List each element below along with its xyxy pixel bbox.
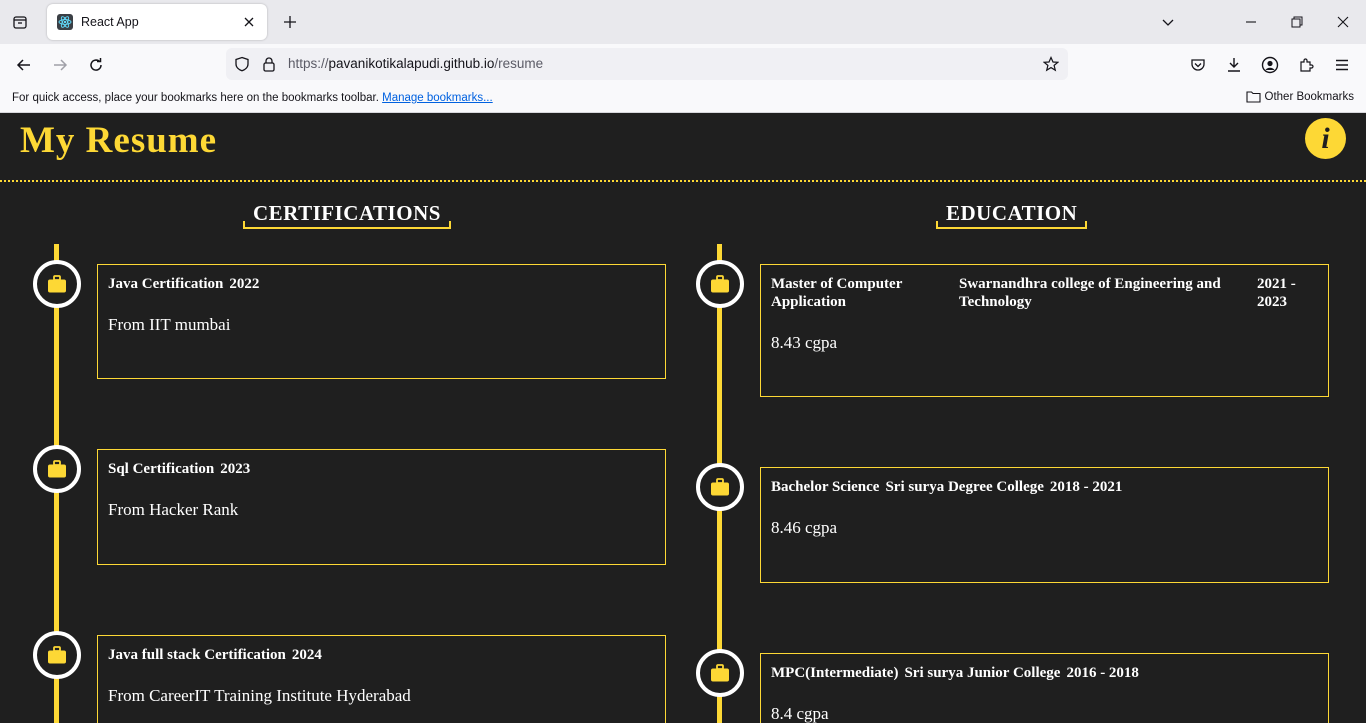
- forward-arrow-icon[interactable]: [49, 54, 71, 76]
- education-header: MPC(Intermediate) Sri surya Junior Colle…: [771, 664, 1318, 682]
- certification-source: From Hacker Rank: [108, 500, 239, 519]
- education-heading: EDUCATION: [936, 201, 1088, 229]
- certification-header: Java Certification 2022: [108, 275, 655, 293]
- close-window-icon[interactable]: [1333, 12, 1353, 32]
- education-header: Bachelor Science Sri surya Degree Colleg…: [771, 478, 1318, 496]
- certification-card: Sql Certification 2023 From Hacker Rank: [97, 449, 666, 565]
- header-divider: [0, 180, 1366, 182]
- briefcase-icon: [711, 478, 729, 496]
- other-bookmarks-button[interactable]: Other Bookmarks: [1245, 90, 1354, 103]
- timeline-node: [33, 445, 81, 493]
- folder-icon: [1245, 91, 1261, 103]
- extensions-icon[interactable]: [1295, 54, 1317, 76]
- pocket-icon[interactable]: [1187, 54, 1209, 76]
- education-score: 8.43 cgpa: [771, 333, 838, 352]
- bookmarks-toolbar: For quick access, place your bookmarks h…: [0, 84, 1366, 113]
- certification-card: Java Certification 2022 From IIT mumbai: [97, 264, 666, 379]
- education-card: Master of Computer Application Swarnandh…: [760, 264, 1329, 397]
- education-degree: Master of Computer Application: [771, 276, 903, 310]
- certification-header: Java full stack Certification 2024: [108, 646, 655, 664]
- certification-header: Sql Certification 2023: [108, 460, 655, 478]
- education-college: Sri surya Junior College: [904, 665, 1061, 681]
- certification-year: 2024: [291, 647, 322, 663]
- certification-name: Sql Certification: [108, 461, 215, 477]
- menu-icon[interactable]: [1331, 54, 1353, 76]
- briefcase-icon: [48, 460, 66, 478]
- timeline-node: [696, 260, 744, 308]
- bookmark-star-icon[interactable]: [1042, 55, 1060, 73]
- bookmarks-hint: For quick access, place your bookmarks h…: [12, 92, 493, 104]
- certification-card: Java full stack Certification 2024 From …: [97, 635, 666, 723]
- other-bookmarks-label: Other Bookmarks: [1264, 90, 1354, 103]
- tracking-protection-shield-icon[interactable]: [233, 55, 251, 73]
- lock-icon[interactable]: [260, 55, 278, 73]
- briefcase-icon: [711, 664, 729, 682]
- education-score: 8.46 cgpa: [771, 518, 838, 537]
- briefcase-icon: [48, 646, 66, 664]
- timeline-node: [33, 631, 81, 679]
- certification-year: 2022: [229, 276, 260, 292]
- education-years: 2021 - 2023: [1257, 276, 1296, 310]
- url-text[interactable]: https://pavanikotikalapudi.github.io/res…: [288, 56, 543, 71]
- list-all-tabs-icon[interactable]: [8, 10, 32, 34]
- timeline-node: [696, 649, 744, 697]
- minimize-icon[interactable]: [1241, 12, 1261, 32]
- manage-bookmarks-link[interactable]: Manage bookmarks...: [382, 92, 493, 104]
- education-years: 2018 - 2021: [1049, 479, 1123, 495]
- certification-year: 2023: [220, 461, 251, 477]
- timeline-node: [696, 463, 744, 511]
- certification-source: From CareerIT Training Institute Hyderab…: [108, 686, 411, 705]
- education-header: Master of Computer Application Swarnandh…: [771, 275, 1318, 311]
- account-icon[interactable]: [1259, 54, 1281, 76]
- address-bar[interactable]: https://pavanikotikalapudi.github.io/res…: [226, 48, 1068, 80]
- education-years: 2016 - 2018: [1066, 665, 1139, 681]
- tab-bar: React App: [0, 0, 1366, 44]
- url-path: /resume: [494, 56, 544, 71]
- education-degree: Bachelor Science: [771, 479, 880, 495]
- education-college: Sri surya Degree College: [885, 479, 1044, 495]
- certifications-heading: CERTIFICATIONS: [243, 201, 451, 229]
- page-title: My Resume: [20, 120, 218, 161]
- briefcase-icon: [48, 275, 66, 293]
- timeline-node: [33, 260, 81, 308]
- tab-overflow-chevron-icon[interactable]: [1158, 12, 1178, 32]
- education-college: Swarnandhra college of Engineering and T…: [959, 276, 1221, 310]
- url-scheme: https://: [288, 56, 329, 71]
- certification-source: From IIT mumbai: [108, 315, 231, 334]
- back-arrow-icon[interactable]: [13, 54, 35, 76]
- downloads-icon[interactable]: [1223, 54, 1245, 76]
- url-host: pavanikotikalapudi.github.io: [328, 56, 495, 71]
- react-favicon-icon: [57, 14, 73, 30]
- restore-icon[interactable]: [1287, 12, 1307, 32]
- info-button[interactable]: i: [1305, 118, 1346, 159]
- certification-name: Java full stack Certification: [108, 647, 286, 663]
- bookmarks-prompt: For quick access, place your bookmarks h…: [12, 92, 379, 104]
- reload-icon[interactable]: [85, 54, 107, 76]
- info-icon: i: [1321, 121, 1330, 155]
- tab-title: React App: [81, 15, 139, 29]
- new-tab-icon[interactable]: [280, 12, 300, 32]
- navigation-toolbar: https://pavanikotikalapudi.github.io/res…: [0, 44, 1366, 84]
- certification-name: Java Certification: [108, 276, 224, 292]
- education-score: 8.4 cgpa: [771, 704, 829, 723]
- education-card: MPC(Intermediate) Sri surya Junior Colle…: [760, 653, 1329, 723]
- resume-page: My Resume i CERTIFICATIONS Java Certific…: [0, 113, 1366, 723]
- browser-tab[interactable]: React App: [47, 4, 267, 40]
- education-degree: MPC(Intermediate): [771, 665, 899, 681]
- education-card: Bachelor Science Sri surya Degree Colleg…: [760, 467, 1329, 583]
- close-tab-icon[interactable]: [241, 14, 257, 30]
- briefcase-icon: [711, 275, 729, 293]
